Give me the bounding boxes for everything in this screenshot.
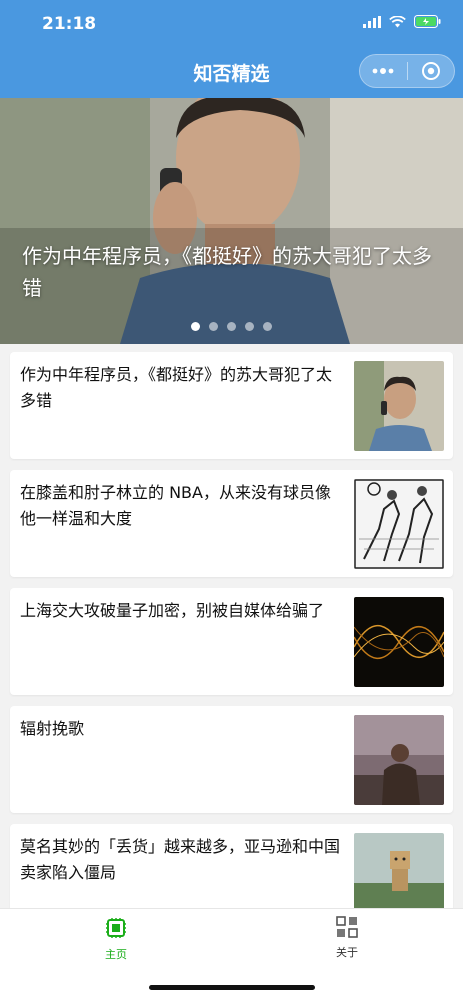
close-miniprogram-button[interactable] xyxy=(408,55,455,87)
banner-caption: 作为中年程序员，《都挺好》的苏大哥犯了太多错 xyxy=(22,244,432,300)
article-card[interactable]: 上海交大攻破量子加密，别被自媒体给骗了 xyxy=(10,588,453,695)
article-title: 作为中年程序员，《都挺好》的苏大哥犯了太多错 xyxy=(20,365,333,410)
grid-icon xyxy=(336,916,358,938)
article-list: 作为中年程序员，《都挺好》的苏大哥犯了太多错 在膝盖和肘子林立的 NBA，从来没… xyxy=(10,352,453,942)
carousel-dot[interactable] xyxy=(227,322,236,331)
status-bar: 21:18 xyxy=(0,0,463,47)
carousel-dot[interactable] xyxy=(191,322,200,331)
wifi-icon xyxy=(389,15,406,27)
home-indicator[interactable] xyxy=(149,985,315,990)
tab-home-label: 主页 xyxy=(105,948,127,961)
carousel-dot[interactable] xyxy=(263,322,272,331)
article-thumbnail xyxy=(354,715,444,805)
status-time: 21:18 xyxy=(42,14,97,34)
banner-carousel[interactable]: 作为中年程序员，《都挺好》的苏大哥犯了太多错 xyxy=(0,98,463,344)
battery-icon xyxy=(414,15,441,28)
target-circle-icon xyxy=(421,62,440,80)
banner-image xyxy=(0,98,463,344)
home-icon xyxy=(106,918,126,938)
carousel-dot[interactable] xyxy=(209,322,218,331)
article-card[interactable]: 辐射挽歌 xyxy=(10,706,453,813)
article-thumbnail xyxy=(354,479,444,569)
article-title: 上海交大攻破量子加密，别被自媒体给骗了 xyxy=(20,601,325,620)
tab-about-label: 关于 xyxy=(336,946,358,959)
tab-home[interactable]: 主页 xyxy=(76,916,156,962)
more-button[interactable] xyxy=(360,55,407,87)
article-thumbnail xyxy=(354,361,444,451)
signal-icon xyxy=(363,15,381,28)
miniprogram-capsule xyxy=(359,54,455,88)
tab-about[interactable]: 关于 xyxy=(307,916,387,960)
article-thumbnail xyxy=(354,597,444,687)
more-dots-icon xyxy=(372,68,394,74)
carousel-indicators xyxy=(0,322,463,331)
navigation-bar: 知否精选 xyxy=(0,47,463,98)
carousel-dot[interactable] xyxy=(245,322,254,331)
article-card[interactable]: 作为中年程序员，《都挺好》的苏大哥犯了太多错 xyxy=(10,352,453,459)
article-title: 莫名其妙的「丢货」越来越多，亚马逊和中国卖家陷入僵局 xyxy=(20,837,341,882)
article-title: 在膝盖和肘子林立的 NBA，从来没有球员像他一样温和大度 xyxy=(20,483,331,528)
article-card[interactable]: 在膝盖和肘子林立的 NBA，从来没有球员像他一样温和大度 xyxy=(10,470,453,577)
article-title: 辐射挽歌 xyxy=(20,719,85,738)
